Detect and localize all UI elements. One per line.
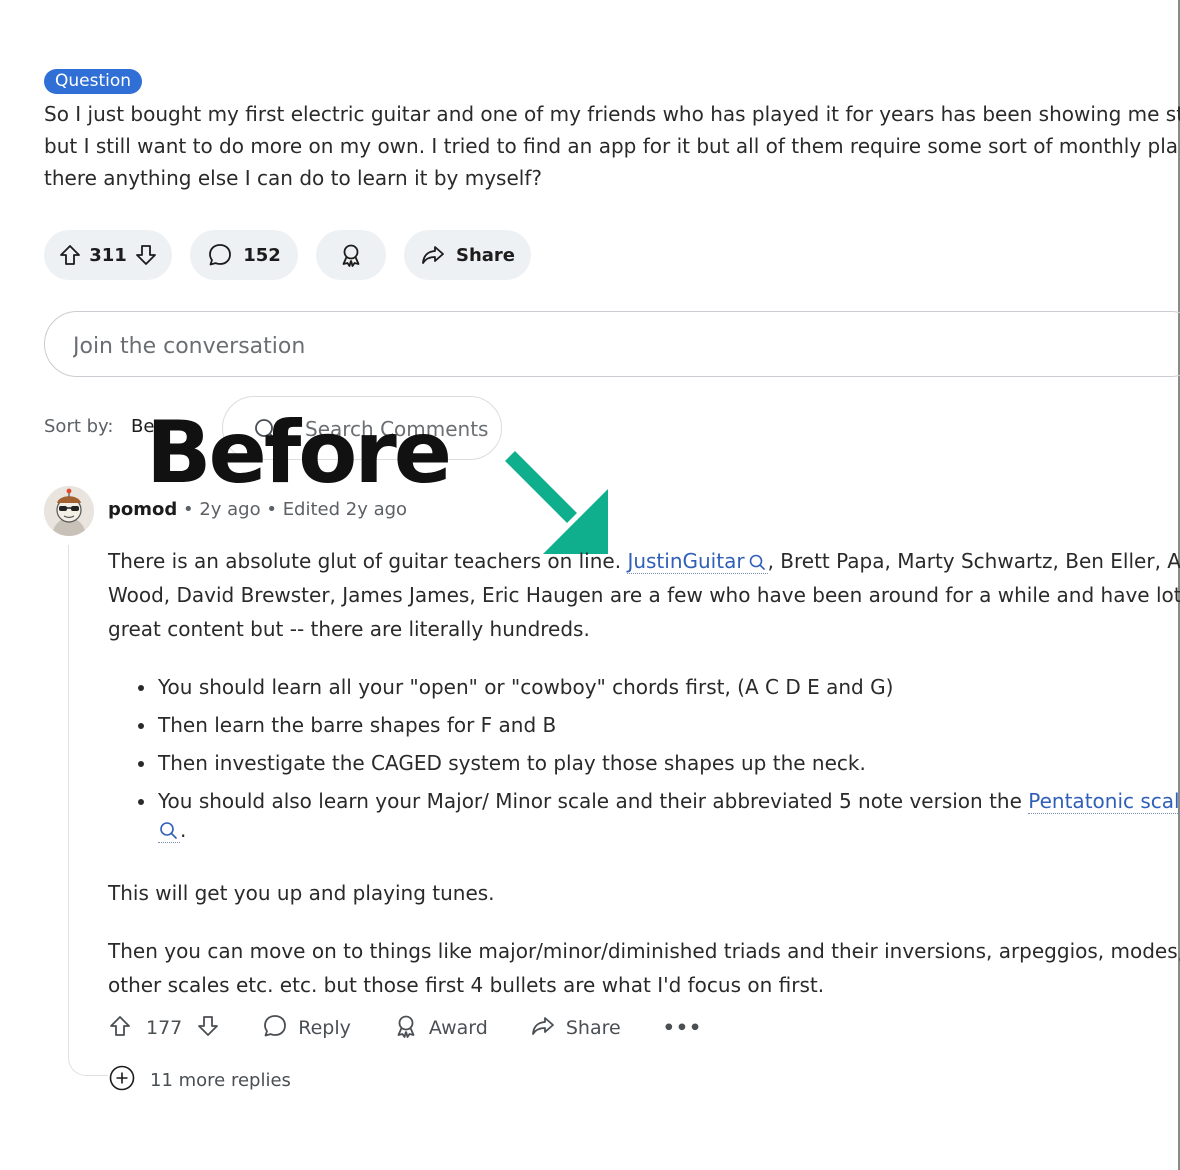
share-label: Share	[455, 244, 515, 266]
bullet-list: You should learn all your "open" or "cow…	[108, 668, 1180, 852]
thread-line[interactable]	[68, 545, 109, 1076]
comment-line: other scales etc. etc. but those first 4…	[108, 973, 825, 997]
join-conversation-input[interactable]	[71, 328, 975, 364]
comment-line: Wood, David Brewster, James James, Eric …	[108, 583, 1180, 607]
bullet-item: Then investigate the CAGED system to pla…	[108, 744, 1180, 782]
more-replies-label: 11 more replies	[150, 1070, 291, 1091]
post-comment-count: 152	[243, 244, 281, 266]
more-icon: •••	[662, 1017, 703, 1039]
comment-text: .	[180, 818, 187, 842]
share-button[interactable]: Share	[530, 1013, 621, 1044]
award-icon	[393, 1013, 419, 1044]
comment-edited: Edited 2y ago	[282, 499, 408, 520]
post-comments-button[interactable]: 152	[190, 230, 298, 280]
post-body: So I just bought my first electric guita…	[44, 98, 1180, 194]
before-overlay-text: Before	[146, 403, 452, 503]
post-vote-bar: 311	[44, 230, 172, 280]
comment-line: Then you can move on to things like majo…	[108, 939, 1180, 963]
meta-separator: •	[260, 499, 283, 520]
comment-vote: 177	[108, 1014, 220, 1043]
comment-meta: pomod • 2y ago • Edited 2y ago	[108, 499, 407, 520]
bullet-continuation: .	[158, 812, 186, 848]
bullet-item: You should learn all your "open" or "cow…	[108, 668, 1180, 706]
post-share-button[interactable]: Share	[404, 230, 531, 280]
downvote-icon[interactable]	[196, 1014, 220, 1043]
comment-body: There is an absolute glut of guitar teac…	[108, 544, 1180, 1002]
pentatonic-link[interactable]: Pentatonic scale	[1028, 789, 1180, 814]
comment-author[interactable]: pomod	[108, 499, 177, 520]
pentatonic-search-link[interactable]	[158, 818, 180, 843]
more-options-button[interactable]: •••	[663, 1017, 702, 1039]
avatar[interactable]	[44, 486, 94, 536]
post-vote-count: 311	[89, 244, 127, 266]
share-icon	[420, 242, 446, 268]
comment-vote-count: 177	[146, 1017, 183, 1039]
share-icon	[530, 1013, 556, 1044]
share-label: Share	[565, 1017, 621, 1039]
comment-line: great content but -- there are literally…	[108, 617, 590, 641]
comment-line: This will get you up and playing tunes.	[108, 881, 495, 905]
award-button[interactable]: Award	[393, 1013, 488, 1044]
post-body-line: So I just bought my first electric guita…	[44, 102, 1180, 126]
post-body-line: there anything else I can do to learn it…	[44, 166, 542, 190]
comment-text: You should also learn your Major/ Minor …	[158, 789, 1029, 813]
comment-action-bar: 177 Reply Award Share •••	[108, 1010, 702, 1046]
reply-button[interactable]: Reply	[262, 1013, 351, 1044]
comment-icon	[207, 242, 233, 268]
reply-label: Reply	[298, 1017, 351, 1039]
upvote-icon[interactable]	[108, 1014, 132, 1043]
more-replies-button[interactable]: 11 more replies	[108, 1064, 297, 1097]
link-text: JustinGuitar	[627, 549, 745, 573]
award-icon	[338, 242, 364, 268]
justinguitar-link[interactable]: JustinGuitar	[627, 549, 768, 574]
comment-composer[interactable]	[44, 311, 1180, 377]
comment-line: There is an absolute glut of guitar teac…	[108, 544, 1180, 578]
downvote-icon[interactable]	[134, 243, 158, 267]
search-icon	[749, 554, 765, 570]
post-flair-badge[interactable]: Question	[44, 69, 143, 94]
meta-separator: •	[177, 499, 200, 520]
upvote-icon[interactable]	[58, 243, 82, 267]
comment-icon	[262, 1013, 288, 1044]
comment-age: 2y ago	[199, 499, 261, 520]
award-label: Award	[428, 1017, 488, 1039]
expand-icon	[108, 1064, 136, 1097]
sort-label: Sort by:	[44, 416, 114, 437]
comment-text: There is an absolute glut of guitar teac…	[108, 549, 628, 573]
bullet-item: You should also learn your Major/ Minor …	[108, 782, 1180, 852]
bullet-item: Then learn the barre shapes for F and B	[108, 706, 1180, 744]
comment-text: , Brett Papa, Marty Schwartz, Ben Eller,…	[767, 549, 1180, 573]
post-body-line: but I still want to do more on my own. I…	[44, 134, 1180, 158]
post-award-button[interactable]	[316, 230, 386, 280]
search-icon	[160, 822, 177, 839]
